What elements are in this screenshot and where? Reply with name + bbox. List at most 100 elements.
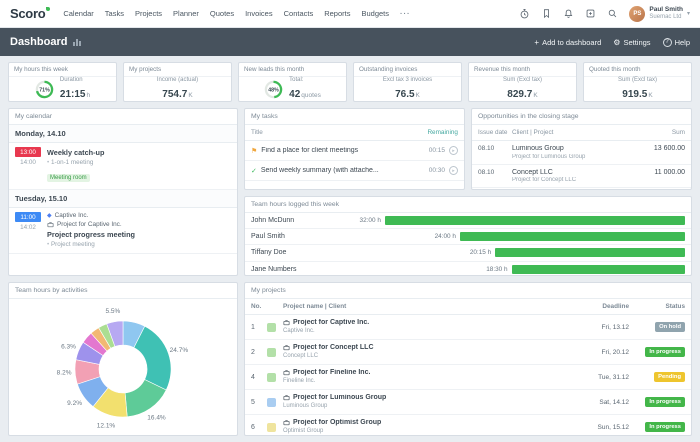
column-title[interactable]: Title [251,129,263,136]
donut-slice-label: 9.2% [67,400,82,407]
task-title[interactable]: Find a place for client meetings [261,147,424,154]
team-hours-row[interactable]: Tiffany Doe 20:15 h [245,245,691,262]
project-name-link[interactable]: Project for Luminous Group [293,394,386,402]
kpi-my-projects-income[interactable]: My projects Income (actual) 754.7K [123,62,232,102]
opportunity-client[interactable]: Concept LLC [512,169,635,176]
project-number: 2 [251,348,255,356]
column-sum[interactable]: Sum [635,129,685,136]
nav-item-tasks[interactable]: Tasks [105,9,124,18]
task-title[interactable]: Send weekly summary (with attache... [261,167,425,174]
kpi-quoted[interactable]: Quoted this month Sum (Excl tax) 919.5K [583,62,692,102]
kpi-title: My projects [124,63,231,77]
event-company: ◆ Captive Inc. [47,212,89,219]
nav-item-budgets[interactable]: Budgets [361,9,389,18]
project-deadline: Tue, 31.12 [598,373,629,381]
user-menu[interactable]: PS Paul Smith Suemac Ltd ▾ [629,5,690,22]
project-color-swatch [267,422,276,432]
column-status[interactable]: Status [629,303,685,310]
project-name-link[interactable]: Project for Concept LLC [293,344,374,352]
help-button[interactable]: ? Help [662,37,690,47]
opportunity-client[interactable]: Luminous Group [512,145,635,152]
nav-item-contacts[interactable]: Contacts [284,9,314,18]
check-icon: ✓ [251,167,257,175]
calendar-day-monday[interactable]: Monday, 14.10 [9,125,237,143]
quick-add-button[interactable] [583,7,597,21]
my-projects-panel: My projects No. Project name | Client De… [244,282,692,436]
project-row[interactable]: 1 Project for Captive Inc. Captive Inc. … [245,315,691,340]
projects-table-header: No. Project name | Client Deadline Statu… [245,299,691,315]
event-start-time: 13:00 [15,147,41,157]
calendar-day-tuesday[interactable]: Tuesday, 15.10 [9,190,237,208]
nav-item-reports[interactable]: Reports [324,9,350,18]
column-remaining[interactable]: Remaining [427,129,458,136]
calendar-event-weekly-catchup[interactable]: 13:00 14:00 Weekly catch-up • 1-on-1 mee… [9,143,237,190]
project-deadline: Fri, 20.12 [601,348,629,356]
kpi-outstanding-invoices[interactable]: Outstanding invoices Excl tax 3 invoices… [353,62,462,102]
panel-title: My projects [245,283,691,299]
dashboard-chart-icon[interactable] [73,38,81,46]
nav-item-planner[interactable]: Planner [173,9,199,18]
project-name-link[interactable]: Project for Optimist Group [293,419,381,427]
team-member-name: Jane Numbers [251,265,297,273]
opportunity-sum: 11 000.00 [654,168,685,176]
column-deadline[interactable]: Deadline [574,303,629,310]
stopwatch-icon [520,8,529,19]
bullet-icon: • [47,159,50,166]
kpi-value: 754.7K [162,89,193,100]
kpi-revenue[interactable]: Revenue this month Sum (Excl tax) 829.7K [468,62,577,102]
scoro-logo[interactable]: Scoro [10,6,51,21]
plus-square-icon [586,9,595,18]
dashboard-actions: + Add to dashboard ⚙ Settings ? Help [534,37,690,47]
kpi-title: Quoted this month [584,63,691,77]
chevron-down-icon: ▾ [686,11,690,17]
briefcase-icon [283,345,290,351]
logo-leaf-icon [46,6,51,11]
calendar-event-project-progress[interactable]: 11:00 14:02 ◆ Captive Inc. Project for Ca… [9,208,237,254]
notifications-button[interactable] [561,7,575,21]
panel-title: Opportunities in the closing stage [472,109,691,125]
add-to-dashboard-button[interactable]: + Add to dashboard [534,38,601,47]
start-timer-button[interactable]: ▸ [449,146,458,155]
project-row[interactable]: 6 Project for Optimist Group Optimist Gr… [245,415,691,435]
project-name-link[interactable]: Project for Fineline Inc. [293,369,370,377]
project-color-swatch [267,322,276,332]
task-remaining: 00:30 [428,167,445,174]
project-name-link[interactable]: Project for Captive Inc. [293,319,369,327]
project-client: Luminous Group [283,403,328,410]
my-tasks-panel: My tasks Title Remaining ⚑ Find a place … [244,108,465,190]
nav-item-calendar[interactable]: Calendar [63,9,93,18]
settings-button[interactable]: ⚙ Settings [613,38,650,47]
task-row[interactable]: ✓ Send weekly summary (with attache... 0… [245,161,464,181]
column-project-client[interactable]: Project name | Client [283,303,574,310]
search-button[interactable] [605,7,619,21]
column-issue-date[interactable]: Issue date [478,129,512,136]
start-timer-button[interactable]: ▸ [449,166,458,175]
project-row[interactable]: 2 Project for Concept LLC Concept LLC Fr… [245,340,691,365]
kpi-my-hours[interactable]: My hours this week 71% Duration 21:15h [8,62,117,102]
team-hours-row[interactable]: Paul Smith 24:00 h [245,229,691,246]
column-no[interactable]: No. [251,303,283,310]
nav-item-invoices[interactable]: Invoices [245,9,273,18]
team-hours-row[interactable]: John McDunn 32:00 h [245,213,691,230]
column-client-project[interactable]: Client | Project [512,129,635,136]
team-member-name: Paul Smith [251,233,285,241]
donut-slice-label: 5.5% [105,308,120,315]
nav-item-quotes[interactable]: Quotes [210,9,234,18]
project-row[interactable]: 5 Project for Luminous Group Luminous Gr… [245,390,691,415]
nav-more-button[interactable]: ··· [400,9,411,18]
opportunity-row[interactable]: 08.10 Luminous Group Project for Luminou… [472,141,691,165]
nav-item-projects[interactable]: Projects [135,9,162,18]
project-row[interactable]: 4 Project for Fineline Inc. Fineline Inc… [245,365,691,390]
timer-button[interactable] [517,7,531,21]
kpi-new-leads[interactable]: New leads this month 48% Total: 42quotes [238,62,347,102]
hours-bar [511,264,685,274]
kpi-title: Outstanding invoices [354,63,461,77]
task-row[interactable]: ⚑ Find a place for client meetings 00:15… [245,141,464,161]
help-icon: ? [662,37,672,47]
opportunity-row[interactable]: 08.10 Concept LLC Project for Concept LL… [472,165,691,188]
bell-icon [564,9,573,18]
team-hours-row[interactable]: Jane Numbers 18:30 h [245,262,691,275]
team-hours-bar-chart: John McDunn 32:00 h Paul Smith 24:00 h Tiffa… [245,213,691,275]
progress-ring: 48% [264,80,283,99]
bookmarks-button[interactable] [539,7,553,21]
